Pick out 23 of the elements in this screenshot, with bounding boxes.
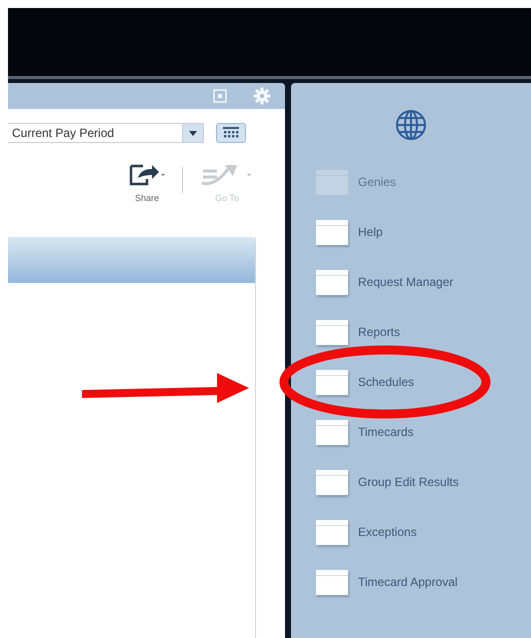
window-icon <box>316 470 348 494</box>
related-item[interactable]: Timecards <box>291 407 531 457</box>
related-item[interactable]: Group Edit Results <box>291 457 531 507</box>
related-item[interactable]: Reports <box>291 307 531 357</box>
window-icon <box>316 220 348 244</box>
window-icon <box>316 420 348 444</box>
share-icon <box>128 163 166 187</box>
calendar-icon <box>222 127 240 139</box>
window-icon <box>316 270 348 294</box>
globe-icon[interactable] <box>395 109 427 141</box>
period-dropdown[interactable]: Current Pay Period <box>8 123 204 143</box>
window-icon <box>316 320 348 344</box>
related-item[interactable]: Request Manager <box>291 257 531 307</box>
related-item[interactable]: Timecard Approval <box>291 557 531 607</box>
window-icon <box>316 370 348 394</box>
share-button[interactable]: Share <box>128 163 166 203</box>
related-item[interactable]: Schedules <box>291 357 531 407</box>
related-item[interactable]: Exceptions <box>291 507 531 557</box>
caret-icon <box>189 130 197 136</box>
related-item[interactable]: Help <box>291 207 531 257</box>
window-icon <box>316 570 348 594</box>
calendar-button[interactable] <box>216 123 246 143</box>
window-icon <box>316 520 348 544</box>
